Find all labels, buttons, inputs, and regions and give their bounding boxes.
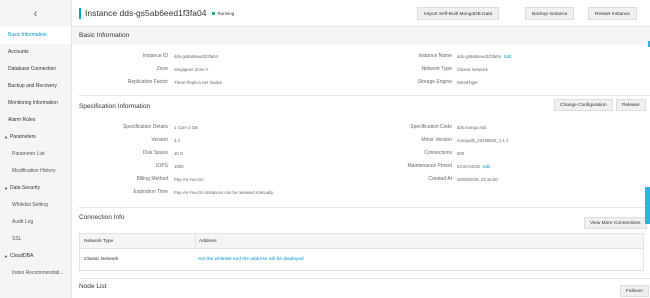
field-label: Storage Engine	[417, 79, 452, 85]
release-button[interactable]: Release	[616, 99, 646, 111]
back-button[interactable]: ‹	[0, 0, 71, 27]
node-list-title: Node List	[79, 283, 107, 290]
page-header: Instance dds-gs5ab6eed1f3fa04 Running Im…	[72, 0, 650, 27]
minor-version-value: mongodb_20180603_1.1.4	[457, 138, 509, 143]
instance-name-text: dds-gs5ab6eed1f3fa04	[457, 54, 501, 59]
sidebar-group-label: CloudDBA	[9, 253, 34, 259]
status-badge: Running	[212, 11, 234, 16]
billing-method-value: Pay-As-You-Go	[174, 177, 204, 182]
instance-id-value: dds-gs5ab6eed1f3fa04	[174, 54, 218, 59]
expiration-time-value: Pay-As-You-Go instances can be released …	[174, 190, 275, 195]
status-text: Running	[217, 10, 235, 16]
sidebar-item-index-recommendation[interactable]: Index Recommendati...	[0, 265, 71, 282]
created-at-value: 09/09/2018, 23:16:00	[457, 177, 498, 182]
main-content: Basic Information Instance ID dds-gs5ab6…	[72, 27, 650, 298]
field-label: Billing Method	[136, 176, 168, 182]
sidebar-item-accounts[interactable]: Accounts	[0, 44, 71, 61]
table-header: Network Type Address	[80, 234, 643, 249]
spec-code-value: dds.mongo.mid	[457, 125, 487, 130]
instance-name-value: dds-gs5ab6eed1f3fa04 Edit	[457, 54, 511, 59]
divider	[79, 95, 650, 96]
restart-instance-button[interactable]: Restart Instance	[588, 7, 637, 20]
zone-value: Singapore Zone A	[174, 67, 209, 72]
failover-button[interactable]: Failover	[620, 285, 650, 297]
sidebar-group-label: Data Security	[9, 185, 40, 191]
field-label: Disk Space	[142, 150, 168, 156]
column-header-network-type: Network Type	[84, 238, 114, 244]
field-label: Minor Version	[421, 137, 452, 143]
disk-space-value: 10 G	[174, 151, 184, 156]
feedback-tab[interactable]	[645, 187, 650, 224]
import-data-button[interactable]: Import Self-Built MongoDB Data	[417, 7, 500, 20]
replication-factor-value: Three Replica Set Nodes	[174, 80, 223, 85]
sidebar-group-clouddba[interactable]: ▼ CloudDBA	[0, 248, 71, 265]
edit-maintenance-link[interactable]: Edit	[483, 164, 490, 169]
field-label: Specification Details	[122, 124, 168, 130]
field-label: Specification Code	[410, 124, 452, 130]
network-type-cell: Classic Network	[84, 257, 119, 262]
sidebar-item-basic-information[interactable]: Basic Information	[0, 27, 71, 44]
maintenance-period-text: 23:00-03:00	[457, 164, 480, 169]
field-label: IOPS	[156, 163, 168, 169]
field-label: Expiration Time	[133, 189, 168, 195]
sidebar-group-parameters[interactable]: ▼ Parameters	[0, 129, 71, 146]
caret-down-icon: ▼	[4, 186, 8, 191]
sidebar-group-label: Parameters	[9, 134, 36, 140]
address-link[interactable]: Set the whitelist and the address will b…	[195, 249, 643, 270]
page-title: Instance dds-gs5ab6eed1f3fa04	[85, 8, 207, 18]
divider	[79, 278, 650, 279]
spec-details-value: 1 Core 2 GB	[174, 125, 198, 130]
edit-instance-name-link[interactable]: Edit	[504, 54, 511, 59]
field-label: Replication Factor	[127, 79, 168, 85]
sidebar: ‹ Basic Information Accounts Database Co…	[0, 0, 72, 298]
basic-info-title: Basic Information	[79, 32, 130, 39]
field-label: Version	[151, 137, 168, 143]
sidebar-item-database-connection[interactable]: Database Connection	[0, 61, 71, 78]
field-label: Maintenance Period	[407, 163, 452, 169]
sidebar-item-monitoring[interactable]: Monitoring Information	[0, 95, 71, 112]
field-label: Created At	[428, 176, 452, 182]
maintenance-period-value: 23:00-03:00 Edit	[457, 164, 490, 169]
backup-instance-button[interactable]: Backup Instance	[525, 7, 575, 20]
chevron-left-icon[interactable]: ‹	[34, 8, 38, 20]
field-label: Network Type	[421, 66, 452, 72]
status-dot-icon	[212, 11, 216, 15]
connection-info-title: Connection Info	[79, 214, 125, 221]
basic-info-header	[72, 27, 650, 45]
connections-value: 500	[457, 151, 465, 156]
caret-down-icon: ▼	[4, 135, 8, 140]
network-type-value: Classic Network	[457, 67, 488, 72]
spec-info-title: Specification Information	[79, 103, 151, 110]
view-more-connections-button[interactable]: View More Connections	[584, 217, 647, 229]
sidebar-item-parameter-list[interactable]: Parameter List	[0, 146, 71, 163]
change-configuration-button[interactable]: Change Configuration	[554, 99, 613, 111]
sidebar-item-audit-log[interactable]: Audit Log	[0, 214, 71, 231]
field-label: Zone	[156, 66, 168, 72]
connection-table: Network Type Address Classic Network Set…	[79, 233, 644, 271]
sidebar-item-ssl[interactable]: SSL	[0, 231, 71, 248]
column-header-address: Address	[195, 234, 643, 248]
caret-down-icon: ▼	[4, 254, 8, 259]
field-label: Instance ID	[142, 53, 168, 59]
version-value: 3.4	[174, 138, 180, 143]
sidebar-item-modification-history[interactable]: Modification History	[0, 163, 71, 180]
field-label: Instance Name	[418, 53, 452, 59]
sidebar-group-data-security[interactable]: ▼ Data Security	[0, 180, 71, 197]
sidebar-item-alarm-rules[interactable]: Alarm Rules	[0, 112, 71, 129]
storage-engine-value: WiredTiger	[457, 80, 478, 85]
title-accent-bar	[79, 7, 81, 19]
sidebar-item-whitelist-setting[interactable]: Whitelist Setting	[0, 197, 71, 214]
divider	[79, 207, 650, 208]
table-row: Classic Network Set the whitelist and th…	[80, 249, 643, 270]
sidebar-item-backup-recovery[interactable]: Backup and Recovery	[0, 78, 71, 95]
iops-value: 1000	[174, 164, 184, 169]
field-label: Connections	[424, 150, 452, 156]
